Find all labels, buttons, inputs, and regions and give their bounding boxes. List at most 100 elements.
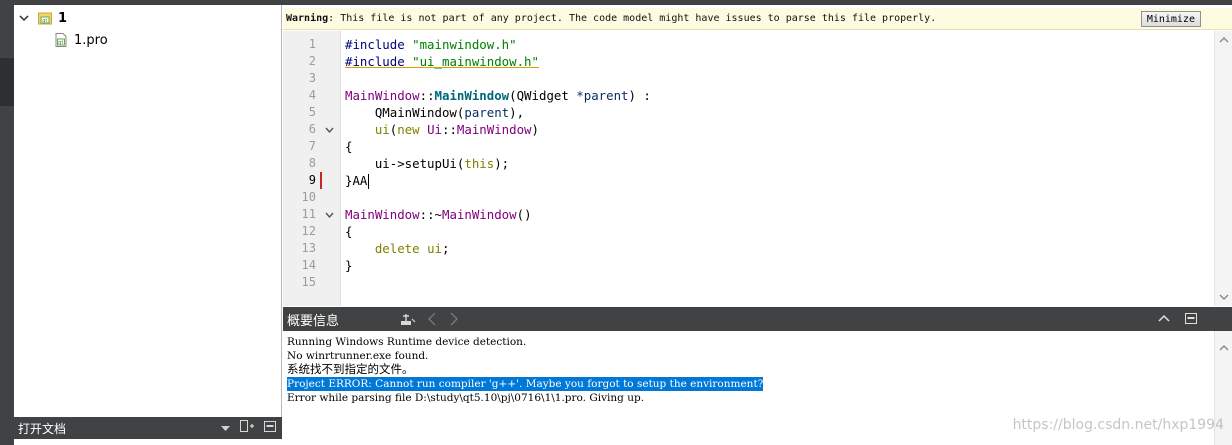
code-token: (): [516, 207, 532, 222]
code-token: {: [345, 224, 353, 239]
open-documents-header: 打开文档: [14, 417, 282, 439]
warning-infobar: Warning: This file is not part of any pr…: [283, 8, 1209, 30]
output-line-selected-error[interactable]: Project ERROR: Cannot run compiler 'g++'…: [287, 377, 764, 391]
svg-text:qt: qt: [58, 40, 63, 46]
tree-item-pro-file[interactable]: qt 1.pro: [54, 30, 108, 50]
output-pane-body[interactable]: Running Windows Runtime device detection…: [283, 331, 1232, 445]
code-line[interactable]: #include "ui_mainwindow.h": [345, 53, 539, 70]
line-number: 10: [301, 190, 316, 204]
code-token: {: [345, 139, 353, 154]
code-token: ;: [441, 241, 450, 256]
code-token: ui: [374, 122, 390, 137]
warning-title: Warning: [286, 13, 329, 24]
close-output-pane-icon[interactable]: [1185, 313, 1197, 324]
editor-toolbar: [282, 0, 1232, 5]
code-token: "mainwindow.h": [412, 37, 517, 52]
code-line[interactable]: QMainWindow(parent),: [345, 104, 524, 121]
code-editor[interactable]: 1 2 3 4 5 6 7 8 9 10 11 12 13 14 15 #include "mainwind…: [283, 31, 1232, 306]
code-line[interactable]: #include "mainwindow.h": [345, 36, 517, 53]
code-line[interactable]: }AA: [345, 172, 370, 189]
code-token: );: [494, 156, 510, 171]
code-token: MainWindow: [442, 207, 517, 222]
warning-infobar-end: [1209, 8, 1232, 30]
line-number: 3: [308, 71, 316, 85]
code-token: QMainWindow(: [345, 105, 465, 120]
line-number: 15: [301, 275, 316, 289]
line-number-gutter: 1 2 3 4 5 6 7 8 9 10 11 12 13 14 15: [283, 31, 341, 306]
code-token: }: [345, 258, 353, 273]
scroll-up-icon[interactable]: [1219, 336, 1229, 355]
modified-line-marker: [320, 172, 322, 189]
code-token: ): [531, 122, 539, 137]
line-number: 4: [308, 88, 316, 102]
split-view-icon[interactable]: [240, 420, 254, 435]
line-number: 9: [308, 173, 316, 187]
output-line: No winrtrunner.exe found.: [287, 350, 429, 362]
next-item-icon[interactable]: [449, 312, 459, 326]
code-line[interactable]: MainWindow::~MainWindow(): [345, 206, 532, 223]
code-token: #include: [345, 37, 413, 52]
code-line[interactable]: {: [345, 223, 352, 240]
code-token: ui: [427, 241, 442, 256]
code-line[interactable]: }: [345, 257, 352, 274]
fold-chevron-icon[interactable]: [324, 206, 334, 223]
code-token: MainWindow: [345, 88, 420, 103]
fold-chevron-icon[interactable]: [324, 121, 334, 138]
code-line[interactable]: ui->setupUi(this);: [345, 155, 509, 172]
active-mode-highlight[interactable]: [0, 58, 14, 106]
close-pane-icon[interactable]: [264, 420, 276, 435]
code-token: delete: [374, 241, 428, 256]
output-line: Error while parsing file D:\study\qt5.10…: [287, 392, 645, 404]
watermark-text: https://blog.csdn.net/hxp1994: [1012, 417, 1224, 433]
dropdown-arrow-icon[interactable]: [221, 421, 230, 435]
clear-output-icon[interactable]: [400, 312, 416, 326]
output-line: Running Windows Runtime device detection…: [287, 336, 527, 348]
code-token: "ui_mainwindow.h": [412, 54, 539, 69]
code-token: (QWidget: [509, 88, 577, 103]
scroll-up-icon[interactable]: [1219, 35, 1229, 45]
line-number: 12: [301, 224, 316, 238]
code-token: parent: [464, 105, 510, 120]
warning-message: : This file is not part of any project. …: [328, 13, 937, 24]
svg-text:qt: qt: [42, 18, 47, 24]
code-line[interactable]: MainWindow::MainWindow(QWidget *parent) …: [345, 87, 651, 104]
project-panel: qt 1 qt 1.pro 打开文档: [14, 0, 282, 445]
code-token: #include: [345, 54, 413, 69]
code-token: this: [464, 156, 495, 171]
line-number: 1: [308, 37, 316, 51]
line-number: 7: [308, 139, 316, 153]
code-line[interactable]: ui(new Ui::MainWindow): [345, 121, 539, 138]
tree-item-project-root[interactable]: qt 1: [18, 8, 67, 28]
code-token: ),: [509, 105, 525, 120]
qt-creator-window: qt 1 qt 1.pro 打开文档 Warning: This file i…: [0, 0, 1232, 445]
project-folder-icon: qt: [38, 11, 52, 25]
editor-vertical-scrollbar[interactable]: [1214, 31, 1232, 306]
code-token: ::~: [419, 207, 442, 222]
code-token: ) :: [628, 88, 651, 103]
minimize-button[interactable]: Minimize: [1140, 11, 1201, 27]
line-number: 2: [308, 54, 316, 68]
pro-file-icon: qt: [54, 33, 68, 47]
mode-selector-strip: [0, 0, 14, 445]
code-token: }AA: [345, 173, 368, 188]
line-number: 11: [301, 207, 316, 221]
line-number: 14: [301, 258, 316, 272]
code-token: ::: [419, 88, 435, 103]
scroll-down-icon[interactable]: [1219, 292, 1229, 302]
code-token: MainWindow: [456, 122, 532, 137]
output-line: 系统找不到指定的文件。: [287, 362, 414, 376]
output-pane-title: 概要信息: [287, 313, 340, 329]
project-panel-header: [14, 0, 282, 5]
code-line[interactable]: delete ui;: [345, 240, 450, 257]
previous-item-icon[interactable]: [427, 312, 437, 326]
code-token: new: [397, 122, 428, 137]
code-line[interactable]: {: [345, 138, 352, 155]
project-root-label: 1: [58, 10, 68, 26]
pro-file-label: 1.pro: [74, 32, 108, 48]
code-token: ui->setupUi(: [345, 156, 465, 171]
maximize-pane-icon[interactable]: [1158, 313, 1170, 323]
code-token: ::: [442, 122, 457, 137]
code-token: Ui: [427, 122, 442, 137]
chevron-down-icon[interactable]: [18, 12, 30, 24]
